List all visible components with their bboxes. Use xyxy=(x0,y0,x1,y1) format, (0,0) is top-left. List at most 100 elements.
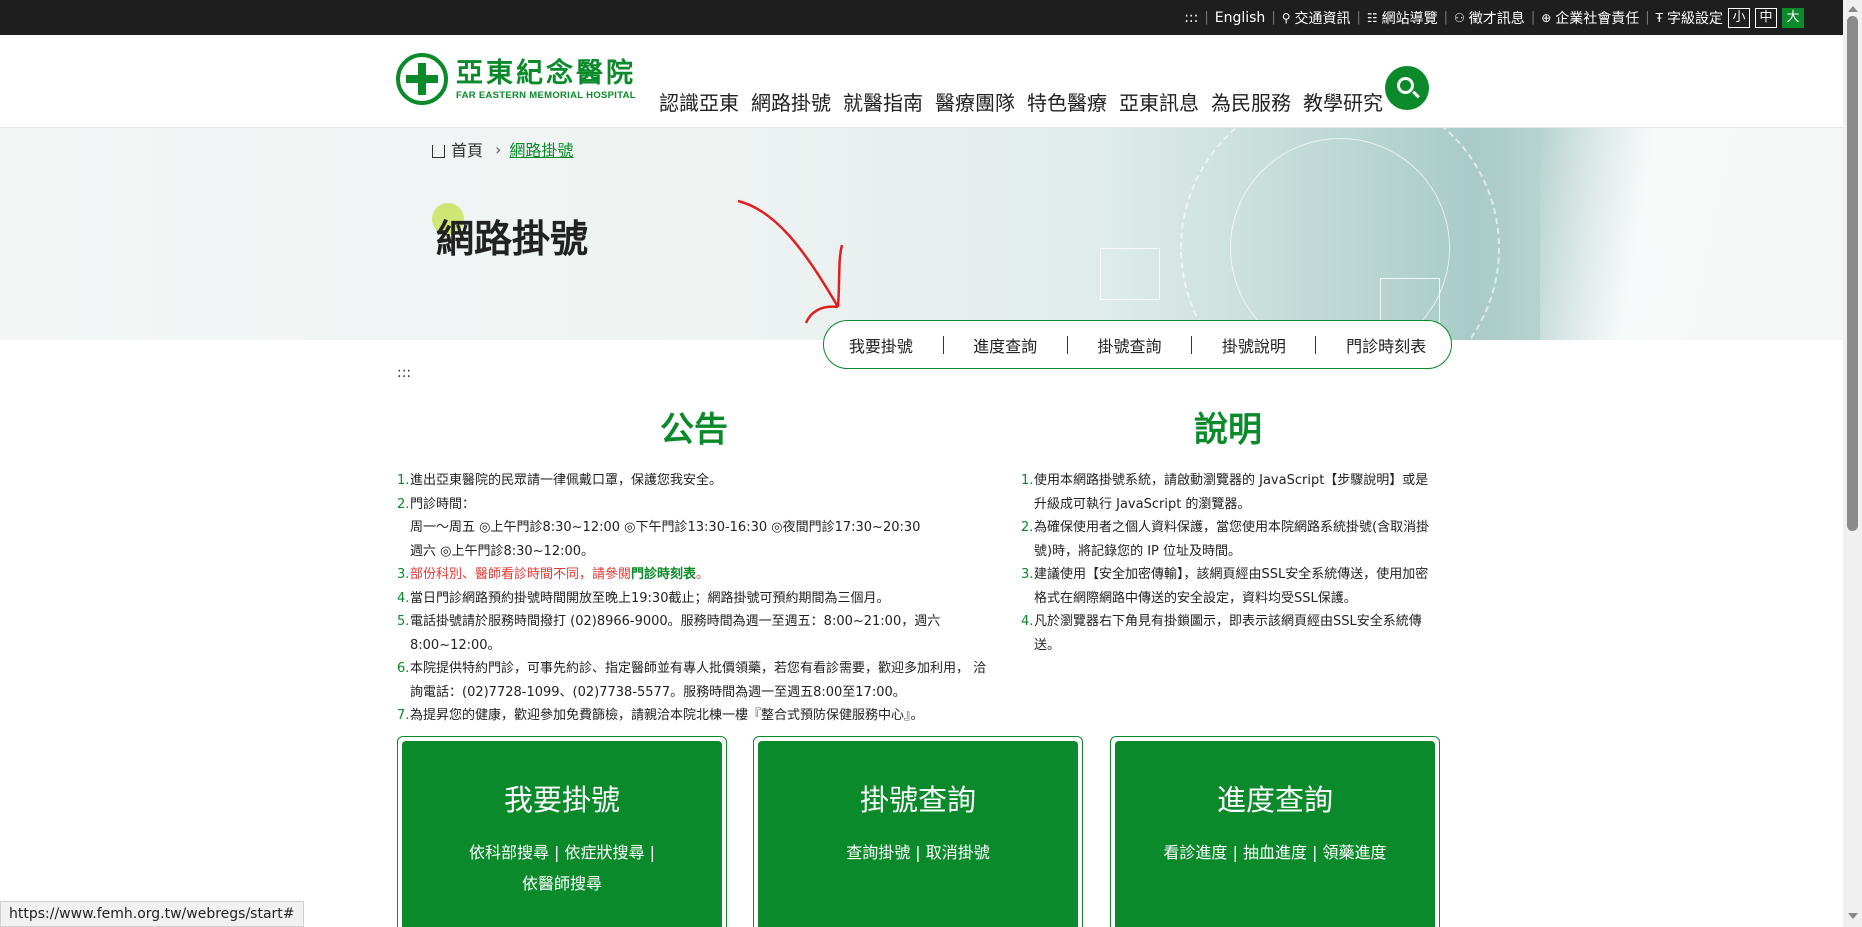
list-item: 2. 為確保使用者之個人資料保護，當您使用本院網路系統掛號(含取消掛 xyxy=(1021,516,1441,540)
explanation-title: 說明 xyxy=(1194,410,1262,450)
jobs-link[interactable]: ⚇ 徵才訊息 xyxy=(1448,8,1531,28)
item-number: 2. xyxy=(397,496,410,512)
breadcrumb-current[interactable]: 網路掛號 xyxy=(509,137,573,161)
chevron-right-icon: › xyxy=(495,139,502,159)
item-text: 。 xyxy=(696,567,710,582)
skip-link[interactable]: ::: xyxy=(1178,10,1204,26)
card-links: 依科部搜尋 | 依症狀搜尋 | 依醫師搜尋 xyxy=(402,837,722,899)
browser-status-url: https://www.femh.org.tw/webregs/start# xyxy=(0,901,304,927)
item-text: 8:00~12:00。 xyxy=(410,637,501,653)
card-links: 看診進度 | 抽血進度 | 領藥進度 xyxy=(1115,837,1435,868)
font-size-large-button[interactable]: 大 xyxy=(1782,7,1804,28)
hospital-cross-icon xyxy=(396,53,448,105)
item-number: 1. xyxy=(1021,473,1034,488)
item-text: 為提昇您的健康，歡迎參加免費篩檢，請親洽本院北棟一樓『整合式預防保健服務中心』。 xyxy=(410,708,924,723)
register-card[interactable]: 我要掛號 依科部搜尋 | 依症狀搜尋 | 依醫師搜尋 xyxy=(397,736,727,927)
home-icon xyxy=(432,144,445,158)
card-link-line[interactable]: 依科部搜尋 | 依症狀搜尋 | xyxy=(442,837,682,868)
vertical-scrollbar[interactable] xyxy=(1843,0,1862,927)
tab-progress[interactable]: 進度查詢 xyxy=(973,333,1037,357)
item-number: 1. xyxy=(397,473,410,488)
divider xyxy=(1066,335,1068,354)
font-size-medium-button[interactable]: 中 xyxy=(1755,7,1777,28)
nav-medical-guide[interactable]: 就醫指南 xyxy=(843,87,923,116)
nav-special-care[interactable]: 特色醫療 xyxy=(1027,87,1107,116)
scroll-up-icon[interactable] xyxy=(1848,6,1858,12)
registration-subtabs: 我要掛號 進度查詢 掛號查詢 掛號說明 門診時刻表 xyxy=(823,320,1452,369)
nav-online-registration[interactable]: 網路掛號 xyxy=(751,87,831,116)
scroll-down-icon[interactable] xyxy=(1848,913,1858,919)
divider xyxy=(1191,335,1193,354)
card-link-line[interactable]: 看診進度 | 抽血進度 | 領藥進度 xyxy=(1155,837,1395,868)
nav-news[interactable]: 亞東訊息 xyxy=(1119,87,1199,116)
item-notice-text: 部份科別、醫師看診時間不同，請參閱 xyxy=(410,567,632,582)
schedule-link[interactable]: 門診時刻表 xyxy=(631,567,696,582)
item-text: 凡於瀏覽器右下角見有掛鎖圖示，即表示該網頁經由SSL安全系統傳 xyxy=(1034,614,1422,629)
logo-text: 亞東紀念醫院 FAR EASTERN MEMORIAL HOSPITAL xyxy=(456,58,636,101)
item-text: 當日門診網路預約掛號時間開放至晚上19:30截止；網路掛號可預約期間為三個月。 xyxy=(410,590,890,606)
site-header: 亞東紀念醫院 FAR EASTERN MEMORIAL HOSPITAL 認識亞… xyxy=(0,35,1843,128)
utility-links: ::: | English | ⚲ 交通資訊 | ☷ 網站導覽 | ⚇ 徵才訊息 | … xyxy=(1178,0,1810,35)
divider xyxy=(942,335,944,354)
search-icon-handle xyxy=(1412,90,1420,99)
search-button[interactable] xyxy=(1385,66,1429,110)
english-link[interactable]: English xyxy=(1209,10,1272,26)
font-size-small-button[interactable]: 小 xyxy=(1728,7,1750,28)
item-number: 4. xyxy=(397,590,410,606)
content-skip-link[interactable]: ::: xyxy=(397,365,411,381)
item-number: 4. xyxy=(1021,614,1034,629)
list-item: 升級成可執行 JavaScript 的瀏覽器。 xyxy=(1021,493,1441,517)
list-item: 周一～周五 ◎上午門診8:30~12:00 ◎下午門診13:30-16:30 ◎… xyxy=(397,516,997,540)
list-item: 5. 電話掛號請於服務時間撥打 (02)8966-9000。服務時間為週一至週五：… xyxy=(397,610,997,634)
item-text: 周一～周五 ◎上午門診8:30~12:00 ◎下午門診13:30-16:30 ◎… xyxy=(410,520,921,535)
map-pin-icon: ⚲ xyxy=(1281,10,1291,25)
list-item: 2. 門診時間： xyxy=(397,493,997,517)
card-body: 掛號查詢 查詢掛號 | 取消掛號 xyxy=(758,741,1078,927)
item-text: 建議使用【安全加密傳輸】，該網頁經由SSL安全系統傳送，使用加密 xyxy=(1034,567,1429,582)
item-text: 升級成可執行 JavaScript 的瀏覽器。 xyxy=(1034,496,1251,512)
list-item: 3. 建議使用【安全加密傳輸】，該網頁經由SSL安全系統傳送，使用加密 xyxy=(1021,563,1441,587)
item-text: 進出亞東醫院的民眾請一律佩戴口罩，保護您我安全。 xyxy=(410,473,723,488)
banner-decoration xyxy=(1100,248,1160,300)
list-item: 8:00~12:00。 xyxy=(397,634,997,658)
breadcrumb: 首頁 › 網路掛號 xyxy=(432,137,573,161)
main-navigation: 認識亞東 網路掛號 就醫指南 醫療團隊 特色醫療 亞東訊息 為民服務 教學研究 xyxy=(659,87,1395,116)
nav-medical-team[interactable]: 醫療團隊 xyxy=(935,87,1015,116)
item-text: 週六 ◎上午門診8:30~12:00。 xyxy=(410,543,595,559)
list-item: 格式在網際網路中傳送的安全設定，資料均受SSL保護。 xyxy=(1021,587,1441,611)
tab-instructions[interactable]: 掛號說明 xyxy=(1222,333,1286,357)
item-text: 電話掛號請於服務時間撥打 (02)8966-9000。服務時間為週一至週五：8:… xyxy=(410,614,941,629)
item-text: 詢電話：(02)7728-1099、(02)7738-5577。服務時間為週一至… xyxy=(410,684,906,700)
query-card[interactable]: 掛號查詢 查詢掛號 | 取消掛號 xyxy=(753,736,1083,927)
card-link-line[interactable]: 查詢掛號 | 取消掛號 xyxy=(798,837,1038,868)
tab-schedule[interactable]: 門診時刻表 xyxy=(1346,333,1426,357)
card-body: 我要掛號 依科部搜尋 | 依症狀搜尋 | 依醫師搜尋 xyxy=(402,741,722,927)
item-number: 7. xyxy=(397,708,410,723)
annotation-arrow-icon xyxy=(737,199,844,324)
scroll-thumb[interactable] xyxy=(1847,16,1858,531)
hospital-logo[interactable]: 亞東紀念醫院 FAR EASTERN MEMORIAL HOSPITAL xyxy=(396,53,636,105)
traffic-link[interactable]: ⚲ 交通資訊 xyxy=(1276,8,1357,28)
font-size-label: 字級設定 xyxy=(1667,10,1723,27)
nav-public-service[interactable]: 為民服務 xyxy=(1211,87,1291,116)
tab-register[interactable]: 我要掛號 xyxy=(849,333,913,357)
jobs-label: 徵才訊息 xyxy=(1468,10,1525,27)
list-item: 4. 凡於瀏覽器右下角見有掛鎖圖示，即表示該網頁經由SSL安全系統傳 xyxy=(1021,610,1441,634)
sitemap-link[interactable]: ☷ 網站導覽 xyxy=(1361,8,1444,28)
csr-link[interactable]: ⊕ 企業社會責任 xyxy=(1535,8,1645,28)
nav-teaching-research[interactable]: 教學研究 xyxy=(1303,87,1383,116)
card-link-line[interactable]: 依醫師搜尋 xyxy=(442,868,682,899)
person-search-icon: ⚇ xyxy=(1454,10,1465,25)
card-body: 進度查詢 看診進度 | 抽血進度 | 領藥進度 xyxy=(1115,741,1435,927)
card-title: 我要掛號 xyxy=(503,783,620,817)
tab-query[interactable]: 掛號查詢 xyxy=(1097,333,1161,357)
font-size-setting: Ŧ 字級設定 小 中 大 xyxy=(1650,7,1810,28)
list-item: 號)時，將記錄您的 IP 位址及時間。 xyxy=(1021,540,1441,564)
item-text: 號)時，將記錄您的 IP 位址及時間。 xyxy=(1034,543,1242,559)
explanation-list: 1. 使用本網路掛號系統，請啟動瀏覽器的 JavaScript【步驟說明】或是 升… xyxy=(1021,469,1441,657)
item-text: 門診時間： xyxy=(410,496,476,512)
nav-about[interactable]: 認識亞東 xyxy=(659,87,739,116)
breadcrumb-home[interactable]: 首頁 xyxy=(451,137,483,161)
card-links: 查詢掛號 | 取消掛號 xyxy=(758,837,1078,868)
progress-card[interactable]: 進度查詢 看診進度 | 抽血進度 | 領藥進度 xyxy=(1110,736,1440,927)
